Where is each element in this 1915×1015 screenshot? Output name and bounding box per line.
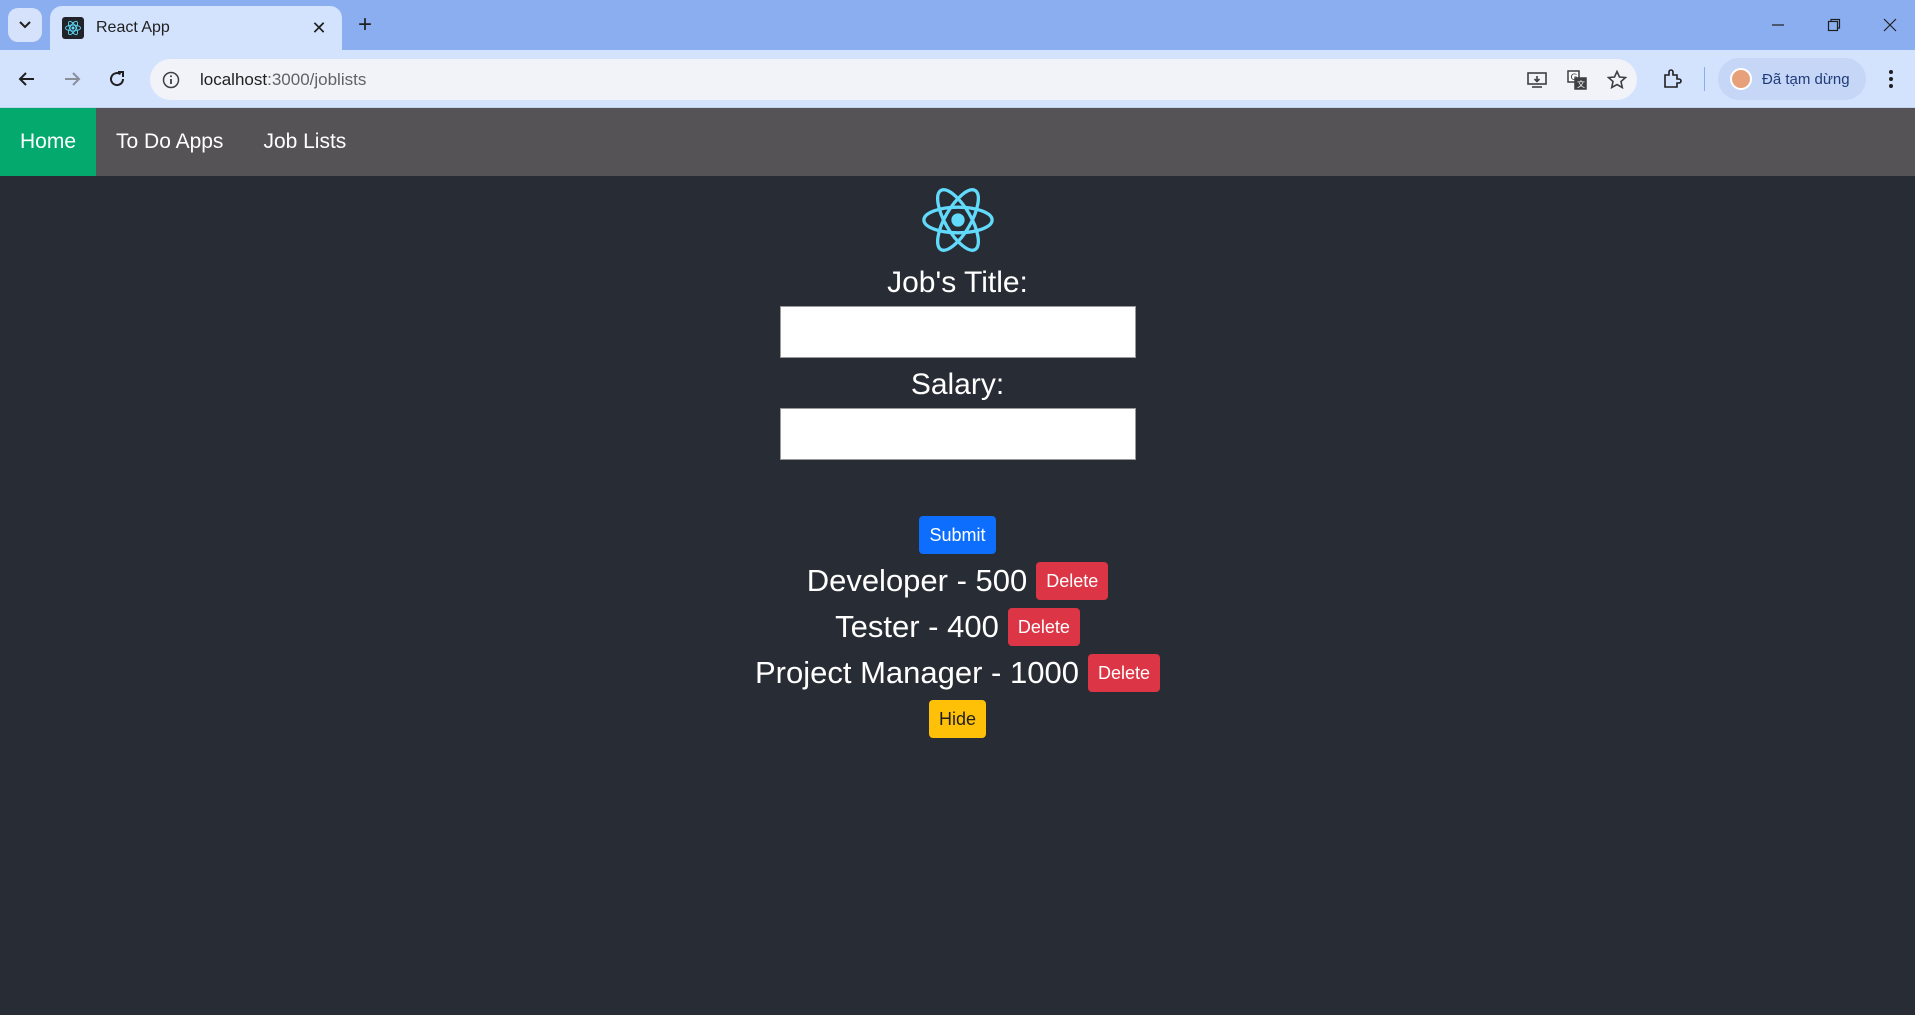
reload-icon[interactable] [100,62,134,96]
submit-button[interactable]: Submit [919,516,996,554]
window-close-icon[interactable] [1862,0,1915,50]
url-host: localhost [200,69,268,89]
job-text: Tester - 400 [835,609,999,644]
salary-input[interactable] [779,408,1136,460]
delete-button[interactable]: Delete [1007,608,1080,646]
url-path: :3000/joblists [267,69,367,89]
job-item: Developer - 500 Delete [807,562,1109,600]
tab-search-icon[interactable] [8,8,42,42]
profile-label: Đã tạm dừng [1762,70,1850,88]
restore-icon[interactable] [1806,0,1862,50]
salary-label: Salary: [910,368,1005,401]
delete-button[interactable]: Delete [1087,654,1160,692]
job-text: Project Manager - 1000 [755,655,1079,690]
menu-dots-icon[interactable] [1874,62,1908,96]
hide-button[interactable]: Hide [928,700,987,738]
profile-button[interactable]: Đã tạm dừng [1718,58,1866,100]
nav-todo-apps[interactable]: To Do Apps [96,108,243,176]
address-bar[interactable]: localhost:3000/joblists G文 [150,59,1637,100]
browser-tab[interactable]: React App ✕ [50,6,342,50]
job-title-label: Job's Title: [887,266,1028,299]
forward-icon[interactable] [55,62,89,96]
close-icon[interactable]: ✕ [308,17,330,39]
tab-strip: React App ✕ + [0,0,1915,50]
delete-button[interactable]: Delete [1036,562,1109,600]
plus-icon[interactable]: + [350,10,380,40]
job-list-app: Job's Title: Salary: Submit Developer - … [0,176,1915,738]
minimize-icon[interactable] [1750,0,1806,50]
svg-text:文: 文 [1577,79,1585,89]
site-info-icon[interactable] [154,63,188,97]
tab-title: React App [96,19,170,36]
translate-icon[interactable]: G文 [1557,63,1597,97]
toolbar-divider [1704,67,1705,91]
react-logo-icon [921,188,994,252]
nav-home[interactable]: Home [0,108,97,176]
job-item: Tester - 400 Delete [835,608,1080,646]
install-app-icon[interactable] [1517,63,1557,97]
app-navbar: Home To Do Apps Job Lists [0,108,1915,176]
react-favicon-icon [62,17,84,39]
bookmark-star-icon[interactable] [1597,63,1637,97]
avatar [1730,68,1752,90]
extensions-icon[interactable] [1655,62,1689,96]
url-text: localhost:3000/joblists [200,70,1517,90]
nav-job-lists[interactable]: Job Lists [243,108,366,176]
browser-toolbar: localhost:3000/joblists G文 Đã tạm dừng [0,50,1915,108]
job-title-input[interactable] [779,306,1136,358]
job-item: Project Manager - 1000 Delete [755,654,1160,692]
back-icon[interactable] [10,62,44,96]
job-text: Developer - 500 [806,563,1028,598]
